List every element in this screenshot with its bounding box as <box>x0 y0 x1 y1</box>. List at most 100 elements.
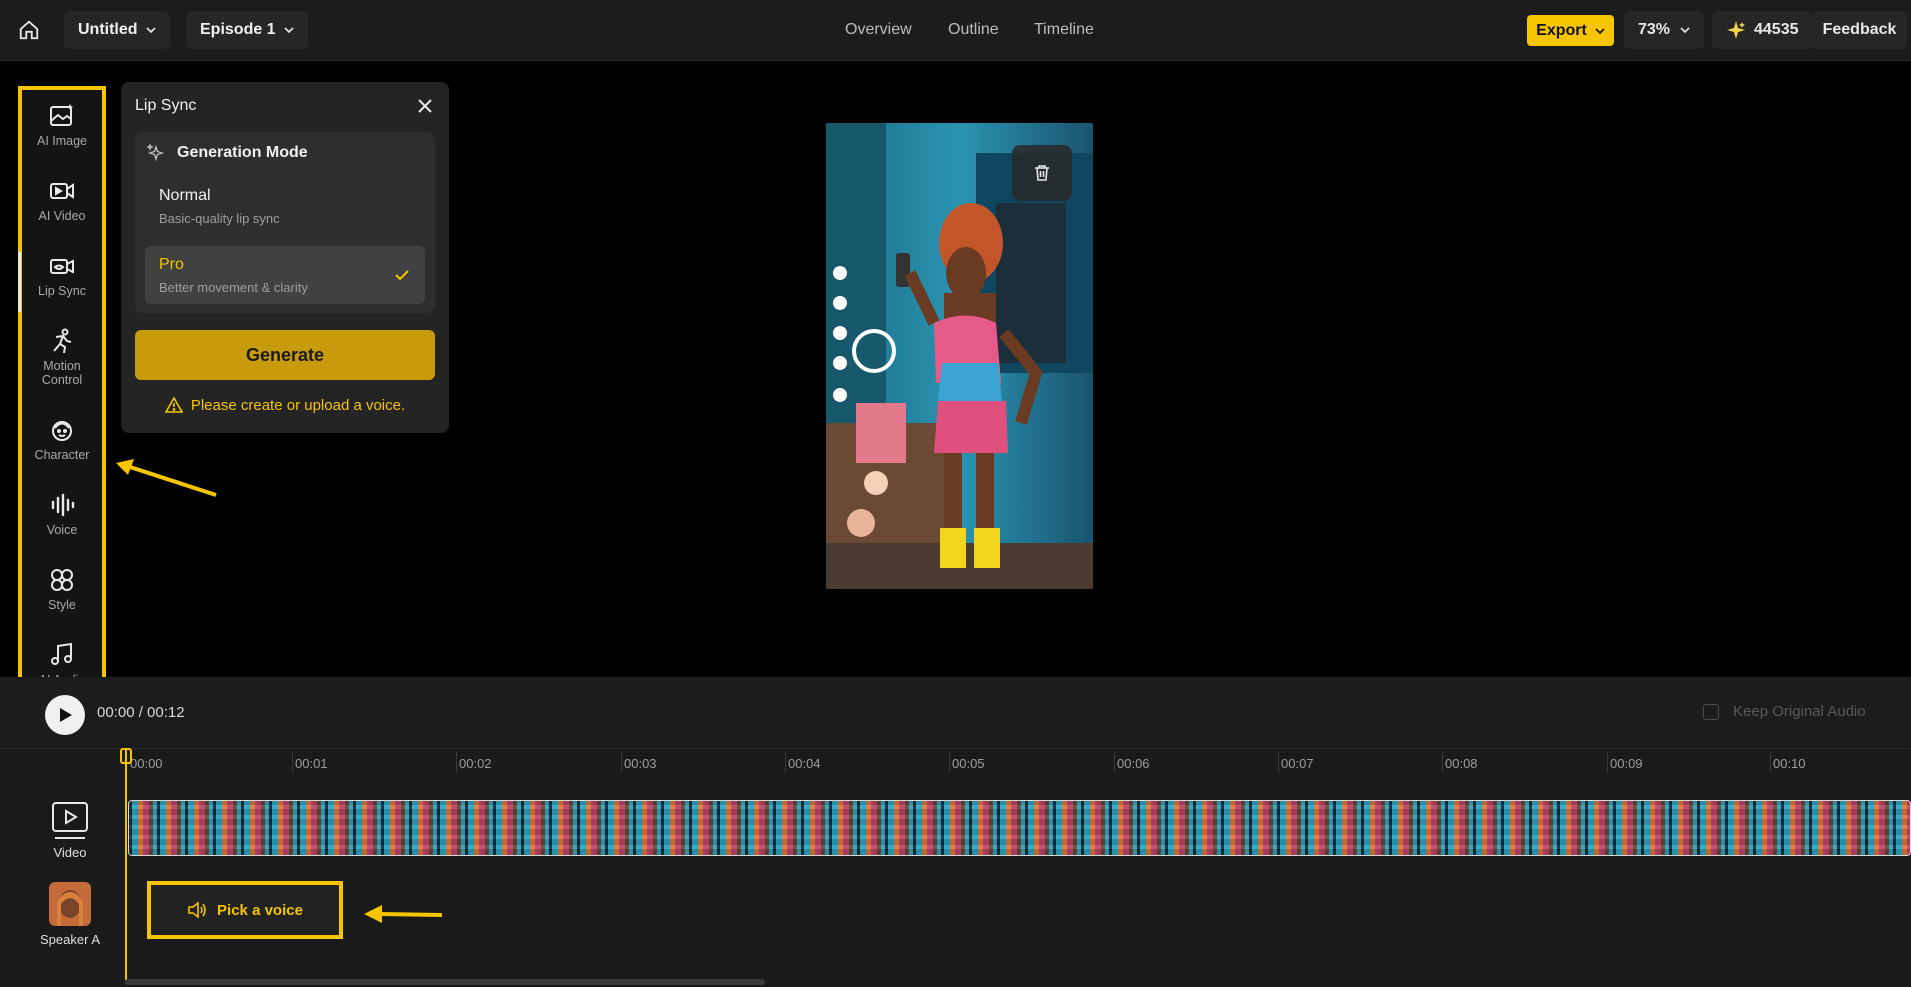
annotation-arrow <box>364 905 443 923</box>
episode-dropdown[interactable]: Episode 1 <box>186 11 308 49</box>
trash-icon <box>1035 165 1049 181</box>
episode-name: Episode 1 <box>200 21 276 38</box>
tick-mark <box>456 752 457 772</box>
tool-ai-image[interactable]: AI Image <box>22 102 102 148</box>
speaker-icon <box>188 901 206 919</box>
option-title: Normal <box>159 187 211 204</box>
tick-mark <box>292 752 293 772</box>
ai-video-icon <box>50 183 74 199</box>
chevron-down-icon <box>1680 27 1690 34</box>
credits-count: 44535 <box>1754 21 1799 38</box>
clip-thumbnails <box>129 801 1910 855</box>
ruler-tick: 00:04 <box>788 756 821 771</box>
ruler-tick: 00:03 <box>624 756 657 771</box>
project-dropdown[interactable]: Untitled <box>64 11 170 49</box>
tick-mark <box>621 752 622 772</box>
tool-label: Lip Sync <box>38 284 86 298</box>
panel-title: Lip Sync <box>135 97 197 114</box>
check-icon <box>395 270 409 281</box>
nav-timeline[interactable]: Timeline <box>1034 21 1094 39</box>
tool-voice[interactable]: Voice <box>22 491 102 537</box>
ruler-tick: 00:10 <box>1773 756 1806 771</box>
tool-label: Voice <box>46 523 78 537</box>
nav-outline[interactable]: Outline <box>948 21 999 39</box>
chevron-down-icon <box>145 27 156 34</box>
ruler-tick: 00:09 <box>1610 756 1643 771</box>
credits-badge[interactable]: 44535 <box>1712 11 1813 49</box>
checkbox[interactable] <box>1703 703 1719 720</box>
tool-label: Character <box>34 448 90 462</box>
option-subtitle: Basic-quality lip sync <box>159 211 280 226</box>
keep-audio-label: Keep Original Audio <box>1733 703 1866 720</box>
generation-mode-box: Generation Mode Normal Basic-quality lip… <box>135 132 435 313</box>
keep-original-audio-toggle[interactable]: Keep Original Audio <box>1703 703 1866 720</box>
tool-label: Motion Control <box>41 359 83 387</box>
feedback-button[interactable]: Feedback <box>1812 11 1907 49</box>
tool-label: AI Image <box>36 134 88 148</box>
chevron-down-icon <box>1595 27 1605 34</box>
tick-mark <box>949 752 950 772</box>
playhead[interactable] <box>125 750 127 980</box>
export-label: Export <box>1536 21 1587 39</box>
ruler-tick: 00:02 <box>459 756 492 771</box>
nav-overview[interactable]: Overview <box>845 21 912 39</box>
style-icon <box>51 569 73 591</box>
lip-sync-icon <box>50 259 74 274</box>
mode-option-pro[interactable]: Pro Better movement & clarity <box>145 246 425 304</box>
ruler-tick: 00:08 <box>1445 756 1478 771</box>
ai-audio-icon <box>51 642 72 665</box>
lip-sync-panel: Lip Sync Generation Mode Normal Basic-qu… <box>121 82 449 433</box>
delete-button[interactable] <box>1012 145 1072 201</box>
voice-warning: Please create or upload a voice. <box>121 396 449 414</box>
sparkle-icon <box>1727 21 1745 39</box>
track-speaker-a: Speaker A <box>30 882 110 947</box>
tool-character[interactable]: Character <box>22 416 102 462</box>
top-bar: Untitled Episode 1 Overview Outline Time… <box>0 0 1911 61</box>
pick-voice-label: Pick a voice <box>217 901 303 919</box>
feedback-label: Feedback <box>1822 21 1897 38</box>
generation-mode-header: Generation Mode <box>147 144 308 162</box>
pick-voice-button[interactable]: Pick a voice <box>147 881 343 939</box>
play-button[interactable] <box>45 695 85 735</box>
mode-heading: Generation Mode <box>177 144 308 161</box>
tool-style[interactable]: Style <box>22 566 102 612</box>
playback-time: 00:00 / 00:12 <box>97 704 185 721</box>
tool-label: Style <box>48 598 76 612</box>
project-name: Untitled <box>78 21 138 38</box>
play-icon <box>60 708 72 722</box>
chevron-down-icon <box>284 27 294 34</box>
tool-motion-control[interactable]: Motion Control <box>22 327 102 387</box>
tools-sidebar: AI Image AI Video Lip Sync Motion Contro… <box>18 86 106 696</box>
option-subtitle: Better movement & clarity <box>159 280 308 295</box>
video-track-icon <box>52 802 88 839</box>
home-icon[interactable] <box>18 19 40 41</box>
ruler-tick: 00:00 <box>130 756 163 771</box>
tool-lip-sync[interactable]: Lip Sync <box>18 252 102 312</box>
tick-mark <box>1770 752 1771 772</box>
active-indicator <box>18 252 21 312</box>
tool-ai-video[interactable]: AI Video <box>22 177 102 223</box>
zoom-level: 73% <box>1638 21 1671 38</box>
tick-mark <box>785 752 786 772</box>
ruler-tick: 00:05 <box>952 756 985 771</box>
close-icon[interactable] <box>415 96 435 116</box>
warning-text: Please create or upload a voice. <box>190 396 406 414</box>
ruler-tick: 00:06 <box>1117 756 1150 771</box>
speaker-track-label: Speaker A <box>40 932 100 947</box>
generate-button[interactable]: Generate <box>135 330 435 380</box>
motion-control-icon <box>53 328 72 354</box>
video-clip[interactable] <box>128 800 1911 856</box>
ai-image-icon <box>50 104 73 126</box>
sparkle-icon <box>147 144 165 162</box>
track-video: Video <box>30 801 110 860</box>
zoom-dropdown[interactable]: 73% <box>1624 11 1705 49</box>
mode-option-normal[interactable]: Normal Basic-quality lip sync <box>145 177 425 235</box>
player-controls <box>0 677 1911 747</box>
annotation-arrow <box>116 459 217 497</box>
export-button[interactable]: Export <box>1527 15 1614 46</box>
tick-mark <box>1607 752 1608 772</box>
warning-icon <box>164 396 183 413</box>
playhead-handle[interactable] <box>120 748 132 764</box>
timeline-scrollbar[interactable] <box>125 979 765 985</box>
video-track-label: Video <box>53 845 87 860</box>
